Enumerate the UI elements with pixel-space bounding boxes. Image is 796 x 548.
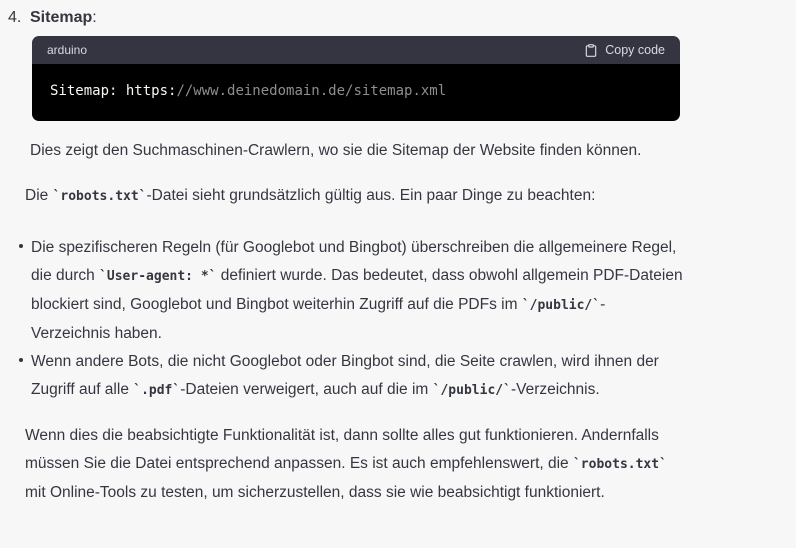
list-item-title: Sitemap:	[30, 7, 97, 28]
inline-code: `.pdf`	[133, 383, 181, 398]
code-language-label: arduino	[47, 43, 88, 57]
copy-code-button[interactable]: Copy code	[584, 36, 665, 64]
inline-code: `/public/`	[521, 298, 601, 313]
inline-code: `robots.txt`	[572, 457, 667, 472]
inline-code: `User-agent: *`	[99, 269, 217, 284]
list-item-specific-rules: Die spezifischeren Regeln (für Googlebot…	[19, 234, 683, 348]
bullet-list: Die spezifischeren Regeln (für Googlebot…	[19, 234, 683, 405]
inline-code: `robots.txt`	[52, 189, 147, 204]
list-item-heading: 4. Sitemap:	[8, 7, 796, 28]
paragraph-robots-validity: Die `robots.txt`-Datei sieht grundsätzli…	[25, 187, 596, 204]
paragraph-sitemap-explanation: Dies zeigt den Suchmaschinen-Crawlern, w…	[30, 142, 642, 159]
paragraph-conclusion: Wenn dies die beabsichtigte Funktionalit…	[25, 427, 667, 501]
code-block-header: arduino Copy code	[32, 36, 680, 64]
copy-code-label: Copy code	[605, 43, 665, 57]
clipboard-icon	[585, 43, 597, 57]
code-block: arduino Copy code Sitemap: https://www.d…	[32, 36, 680, 121]
list-item-title-suffix: :	[92, 9, 97, 26]
code-comment-segment: //www.deinedomain.de/sitemap.xml	[176, 83, 447, 99]
list-item-title-text: Sitemap	[30, 9, 93, 26]
inline-code: `/public/`	[432, 383, 511, 398]
code-content: Sitemap: https://www.deinedomain.de/site…	[32, 64, 680, 121]
chat-message: 4. Sitemap: arduino Copy code Sitemap: h…	[0, 7, 796, 548]
ordered-list-number: 4.	[8, 9, 22, 26]
list-item-other-bots: Wenn andere Bots, die nicht Googlebot od…	[19, 348, 683, 405]
code-text-segment: Sitemap: https:	[50, 83, 177, 99]
